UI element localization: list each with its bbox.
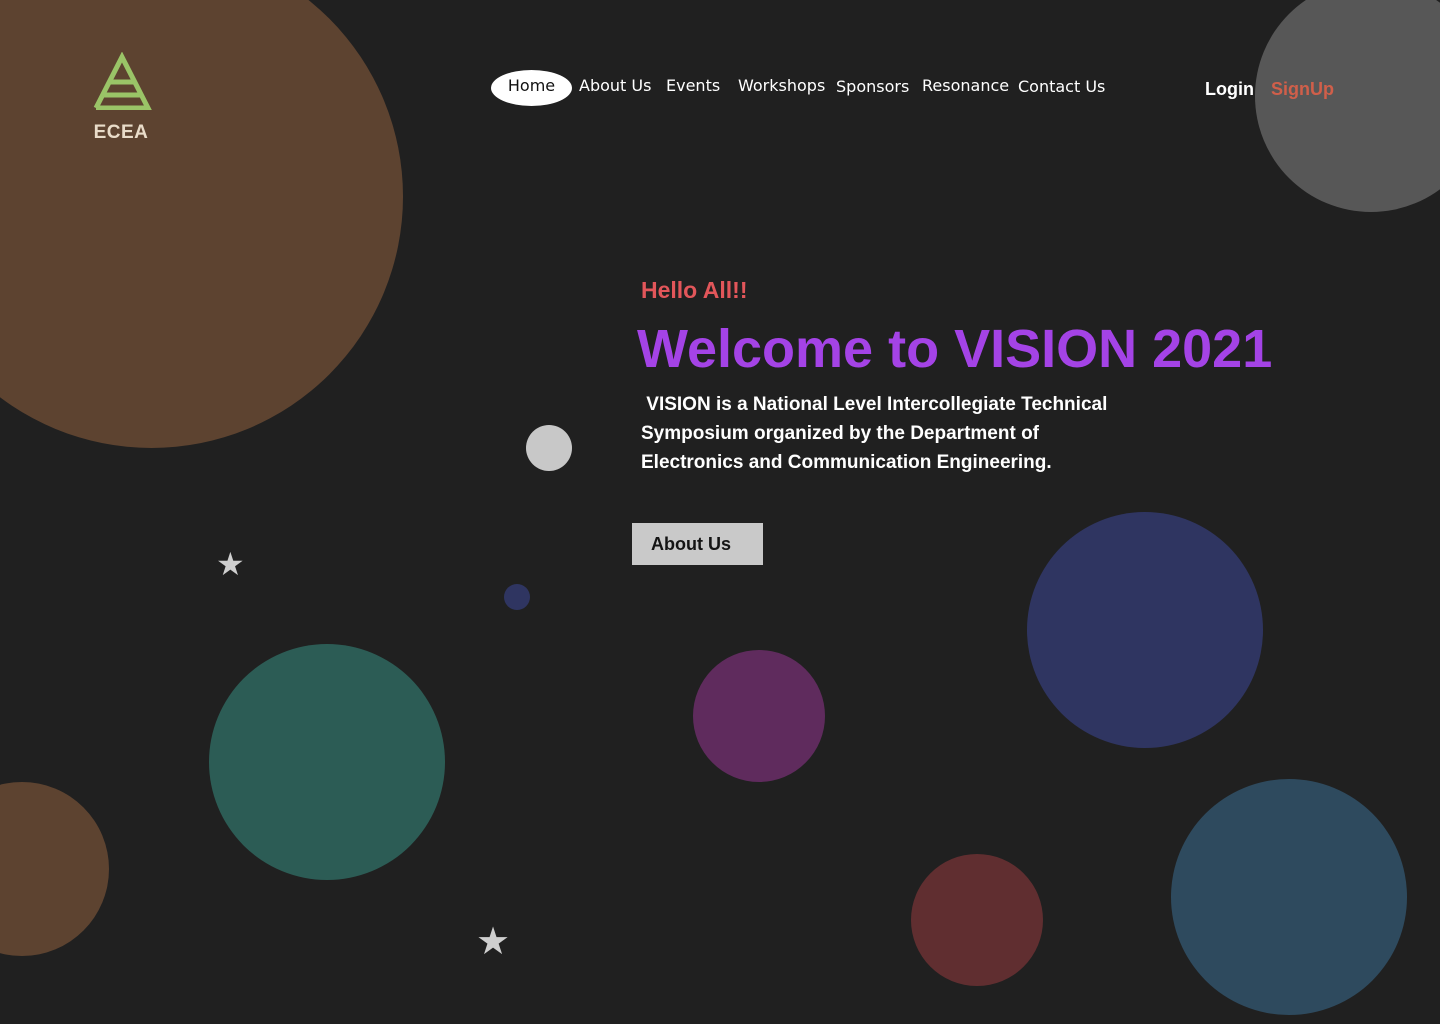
nav-item-workshops[interactable]: Workshops [738,76,825,95]
ecea-triangle-logo-icon [93,52,152,110]
decor-circle-navy-large [1027,512,1263,748]
star-icon: ★ [216,545,245,583]
nav-item-sponsors[interactable]: Sponsors [836,77,909,96]
login-link[interactable]: Login [1205,79,1254,100]
decor-circle-purple [693,650,825,782]
decor-circle-brown-small [0,782,109,956]
nav-item-contact-us[interactable]: Contact Us [1018,77,1105,96]
decor-circle-red [911,854,1043,986]
nav-item-resonance[interactable]: Resonance [922,76,1009,95]
star-icon: ★ [476,919,511,963]
hero-description: VISION is a National Level Intercollegia… [641,394,1113,473]
decor-circle-brown-large [0,0,403,448]
site-logo[interactable]: ECEA [88,52,160,144]
decor-circle-navy-small [504,584,530,610]
logo-text: ECEA [93,122,149,143]
signup-link[interactable]: SignUp [1271,79,1334,100]
decor-circle-teal [209,644,445,880]
hero-title: Welcome to VISION 2021 [637,319,1273,379]
hero-greeting: Hello All!! [641,277,748,303]
about-us-button[interactable]: About Us [632,523,763,565]
nav-item-about-us[interactable]: About Us [579,76,651,95]
nav-item-home[interactable]: Home [491,70,572,106]
decor-circle-light-gray [526,425,572,471]
nav-item-events[interactable]: Events [666,76,720,95]
decor-circle-gray-large [1255,0,1440,212]
decor-circle-slate [1171,779,1407,1015]
landing-page: ★ ★ ECEA Home About Us Events Workshops … [0,0,1440,1024]
